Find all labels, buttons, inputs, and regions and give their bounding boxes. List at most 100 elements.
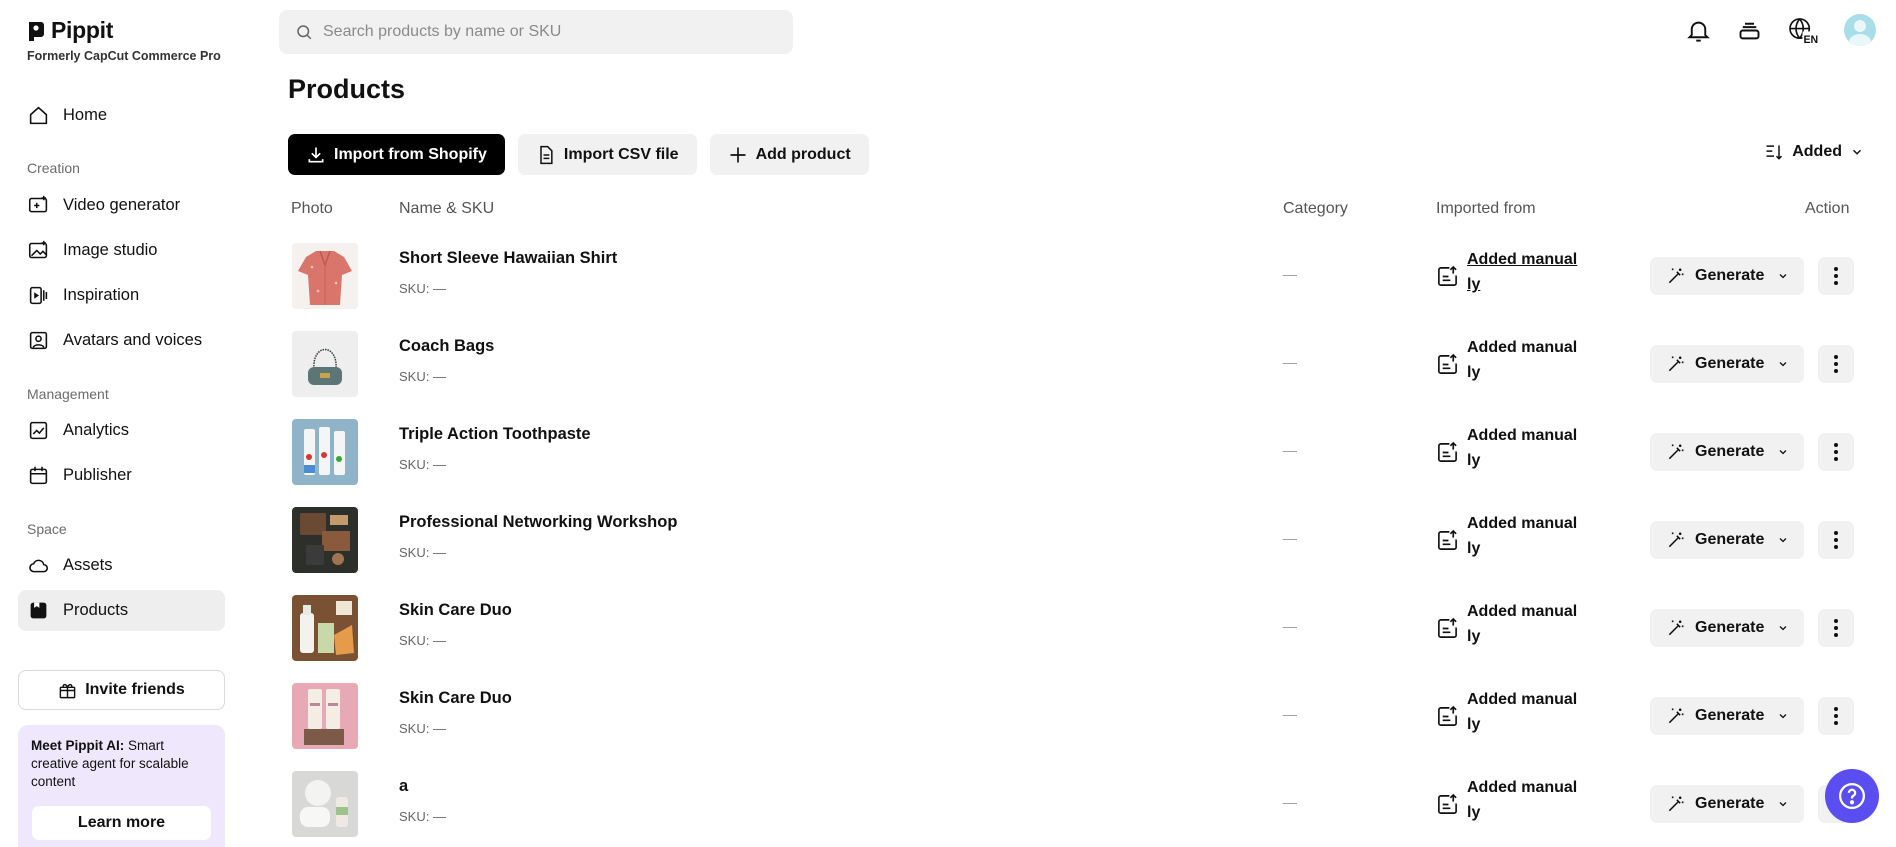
toolbar: Import from Shopify Import CSV file Add … — [288, 134, 869, 175]
generate-label: Generate — [1695, 795, 1765, 812]
stack-icon[interactable] — [1736, 17, 1763, 44]
generate-label: Generate — [1695, 443, 1765, 460]
table-row[interactable]: Professional Networking Workshop SKU: — … — [288, 497, 1858, 583]
product-name[interactable]: Professional Networking Workshop — [399, 513, 677, 532]
product-sku: SKU: — — [399, 809, 446, 824]
import-csv-label: Import CSV file — [563, 145, 679, 163]
sidebar-item-image-studio[interactable]: Image studio — [18, 230, 225, 271]
generate-button[interactable]: Generate — [1650, 785, 1804, 823]
chevron-down-icon — [1779, 626, 1787, 631]
more-options-button[interactable] — [1818, 345, 1854, 383]
home-icon — [29, 106, 48, 125]
product-sku: SKU: — — [399, 281, 446, 296]
section-space: Space — [27, 521, 67, 537]
magic-wand-icon — [1668, 708, 1684, 724]
more-vertical-icon — [1834, 619, 1838, 637]
table-row[interactable]: a SKU: — — Added manually Generate — [288, 761, 1858, 847]
more-vertical-icon — [1834, 267, 1838, 285]
generate-label: Generate — [1695, 619, 1765, 636]
video-plus-icon — [28, 195, 48, 213]
generate-label: Generate — [1695, 267, 1765, 284]
magic-wand-icon — [1668, 796, 1684, 812]
section-management: Management — [27, 386, 109, 402]
image-plus-icon — [28, 240, 48, 259]
product-name[interactable]: a — [399, 777, 408, 796]
more-options-button[interactable] — [1818, 609, 1854, 647]
import-shopify-label: Import from Shopify — [334, 145, 487, 163]
table-row[interactable]: Short Sleeve Hawaiian Shirt SKU: — — Add… — [288, 233, 1858, 319]
product-thumbnail[interactable] — [292, 419, 358, 485]
table-row[interactable]: Skin Care Duo SKU: — — Added manually Ge… — [288, 673, 1858, 759]
search-input[interactable] — [323, 23, 763, 41]
imported-from[interactable]: Added manually — [1467, 247, 1579, 297]
product-name[interactable]: Triple Action Toothpaste — [399, 425, 591, 444]
bell-icon[interactable] — [1685, 17, 1712, 44]
generate-button[interactable]: Generate — [1650, 433, 1804, 471]
invite-friends-button[interactable]: Invite friends — [18, 670, 225, 710]
generate-label: Generate — [1695, 531, 1765, 548]
imported-from: Added manually — [1467, 691, 1578, 733]
sidebar-item-inspiration[interactable]: Inspiration — [18, 275, 225, 316]
product-thumbnail[interactable] — [292, 771, 358, 837]
generate-label: Generate — [1695, 707, 1765, 724]
more-options-button[interactable] — [1818, 257, 1854, 295]
page-title: Products — [288, 74, 406, 104]
analytics-icon — [29, 421, 48, 440]
sort-icon — [1766, 145, 1783, 160]
column-imported-from: Imported from — [1436, 200, 1536, 217]
sort-label: Added — [1792, 143, 1842, 160]
search-icon — [297, 25, 312, 40]
generate-button[interactable]: Generate — [1650, 257, 1804, 295]
generate-button[interactable]: Generate — [1650, 521, 1804, 559]
more-options-button[interactable] — [1818, 521, 1854, 559]
add-product-button[interactable]: Add product — [709, 134, 869, 175]
sidebar-item-analytics[interactable]: Analytics — [18, 410, 225, 451]
more-options-button[interactable] — [1818, 697, 1854, 735]
generate-button[interactable]: Generate — [1650, 345, 1804, 383]
imported-from: Added manually — [1467, 515, 1578, 557]
product-thumbnail[interactable] — [292, 243, 358, 309]
sidebar-item-video-generator[interactable]: Video generator — [18, 185, 225, 226]
product-thumbnail[interactable] — [292, 595, 358, 661]
import-shopify-button[interactable]: Import from Shopify — [288, 134, 505, 175]
product-thumbnail[interactable] — [292, 683, 358, 749]
product-thumbnail[interactable] — [292, 331, 358, 397]
product-name[interactable]: Coach Bags — [399, 337, 494, 356]
product-thumbnail[interactable] — [292, 507, 358, 573]
sidebar-item-avatars-voices[interactable]: Avatars and voices — [18, 320, 225, 361]
learn-more-button[interactable]: Learn more — [32, 806, 211, 840]
import-csv-button[interactable]: Import CSV file — [517, 134, 697, 175]
avatar[interactable] — [1844, 14, 1876, 46]
table-row[interactable]: Skin Care Duo SKU: — — Added manually Ge… — [288, 585, 1858, 671]
invite-label: Invite friends — [85, 681, 185, 698]
generate-button[interactable]: Generate — [1650, 609, 1804, 647]
import-source-icon — [1438, 353, 1457, 374]
product-name[interactable]: Short Sleeve Hawaiian Shirt — [399, 249, 617, 268]
sidebar-item-publisher[interactable]: Publisher — [18, 455, 225, 496]
help-icon — [1839, 783, 1865, 809]
product-name[interactable]: Skin Care Duo — [399, 689, 512, 708]
sidebar-item-assets[interactable]: Assets — [18, 545, 225, 586]
product-category: — — [1283, 618, 1297, 634]
more-vertical-icon — [1834, 443, 1838, 461]
more-vertical-icon — [1834, 355, 1838, 373]
sidebar-item-products[interactable]: Products — [18, 590, 225, 631]
promo-card: Meet Pippit AI: Smart creative agent for… — [18, 725, 225, 847]
help-button[interactable] — [1825, 769, 1879, 823]
table-row[interactable]: Coach Bags SKU: — — Added manually Gener… — [288, 321, 1858, 407]
import-source-icon — [1438, 705, 1457, 726]
sidebar-item-label: Image studio — [63, 241, 158, 259]
product-name[interactable]: Skin Care Duo — [399, 601, 512, 620]
generate-button[interactable]: Generate — [1650, 697, 1804, 735]
more-options-button[interactable] — [1818, 433, 1854, 471]
search-bar[interactable] — [279, 10, 793, 54]
gift-icon — [59, 683, 76, 698]
language-icon[interactable]: EN — [1787, 17, 1820, 44]
table-row[interactable]: Triple Action Toothpaste SKU: — — Added … — [288, 409, 1858, 495]
sidebar-item-home[interactable]: Home — [18, 95, 225, 136]
logo[interactable]: Pippit — [27, 17, 113, 44]
calendar-icon — [29, 466, 48, 485]
column-category: Category — [1283, 200, 1348, 217]
sidebar-item-label: Publisher — [63, 466, 132, 484]
sort-dropdown[interactable]: Added — [1764, 142, 1864, 162]
